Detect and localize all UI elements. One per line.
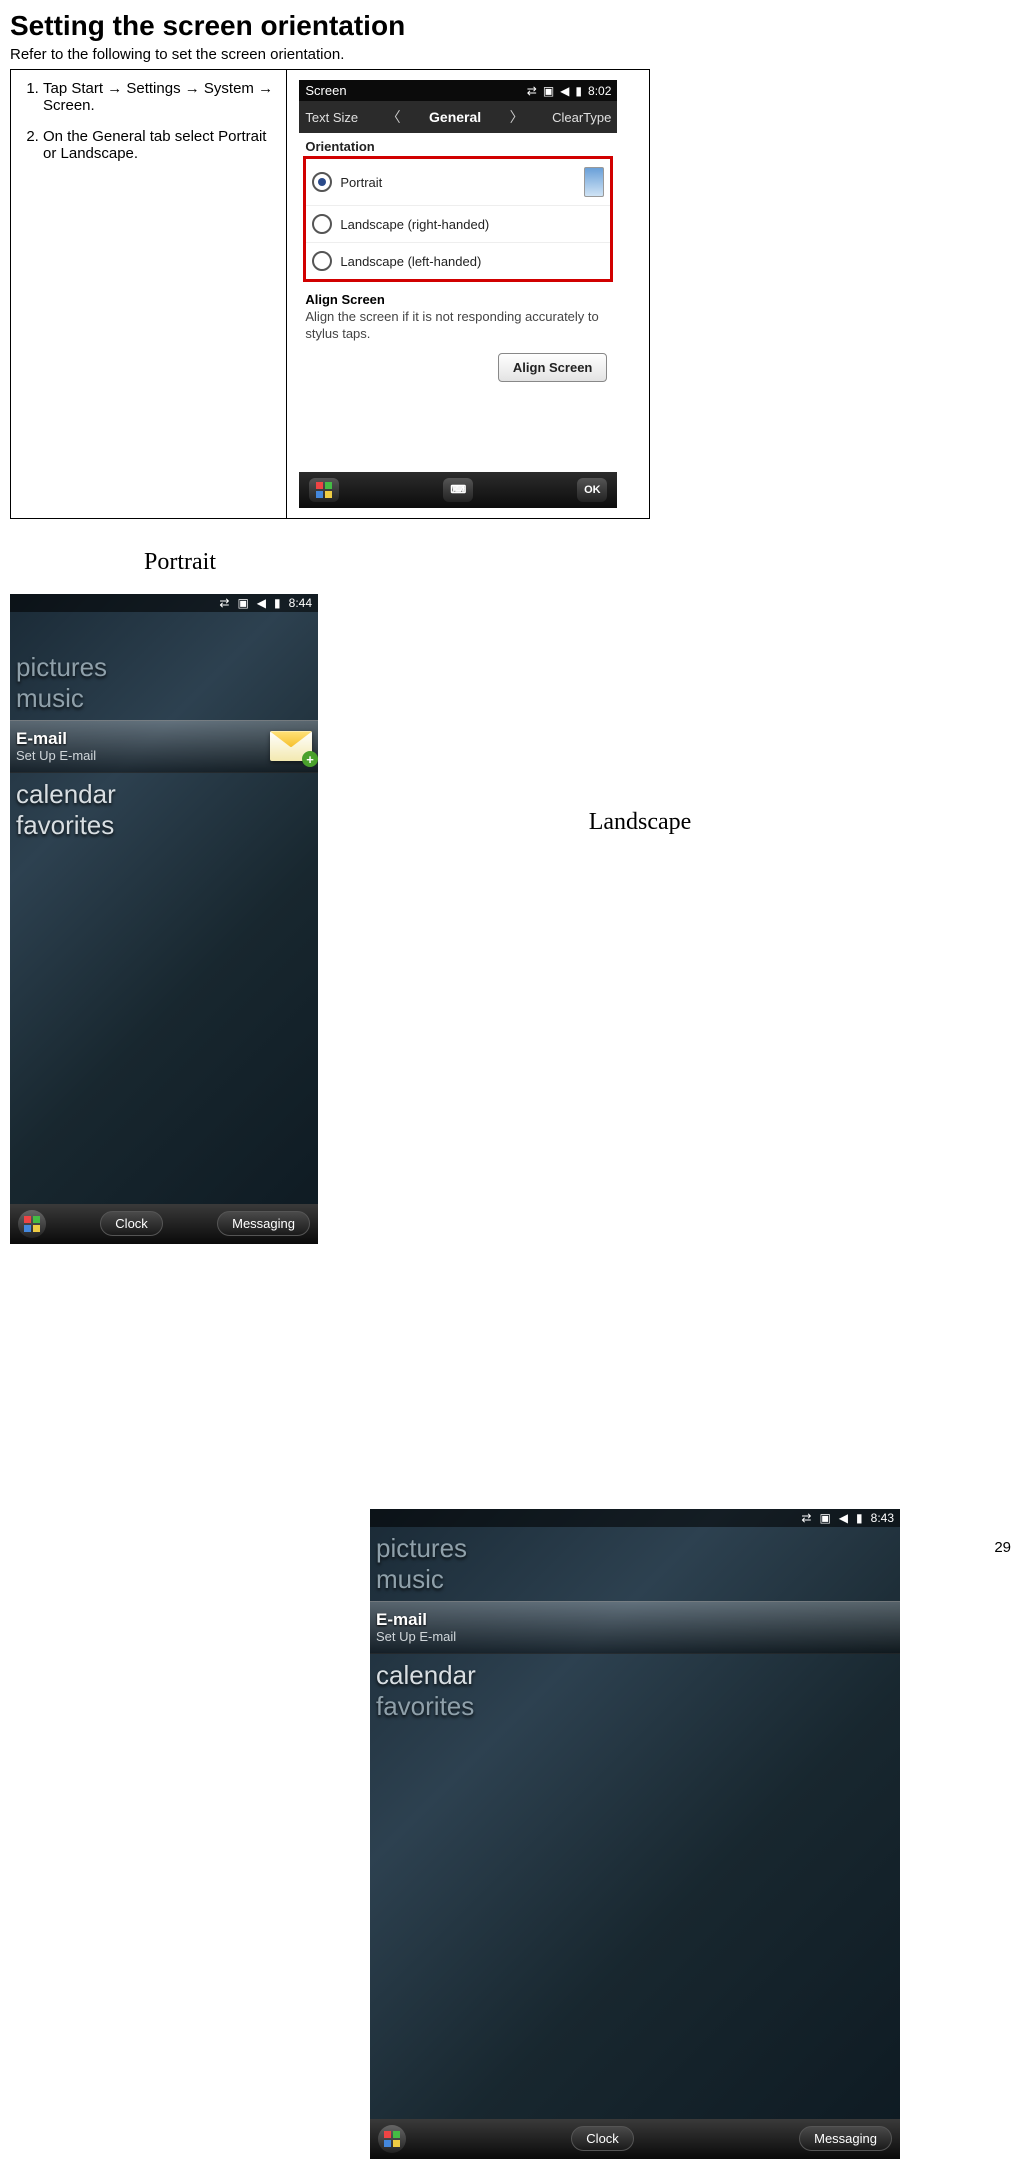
bottom-bar: Clock Messaging [10, 1204, 318, 1244]
start-button[interactable] [378, 2125, 406, 2153]
battery-icon: ▮ [274, 596, 281, 610]
sync-icon: ⇄ [527, 84, 537, 98]
home-item-email[interactable]: E-mail Set Up E-mail [370, 1601, 900, 1653]
section-heading: Setting the screen orientation [10, 10, 993, 42]
clock-text: 8:44 [289, 596, 312, 610]
status-bar: ⇄ ▣ ◀ ▮ 8:43 [370, 1509, 900, 1527]
chevron-left-icon[interactable]: 〈 [381, 107, 407, 127]
settings-screenshot: Screen ⇄ ▣ ◀ ▮ 8:02 Text Size 〈 General … [299, 80, 617, 508]
volume-icon: ◀ [839, 1511, 848, 1525]
status-icons: ⇄ ▣ ◀ ▮ 8:02 [527, 84, 612, 98]
home-item-favorites[interactable]: favorites [10, 810, 318, 841]
instruction-table: Tap Start → Settings → System → Screen. … [10, 69, 650, 519]
start-button[interactable] [309, 478, 339, 502]
phone-preview-icon [584, 167, 604, 197]
home-item-favorites[interactable]: favorites [370, 1691, 900, 1722]
home-item-music[interactable]: music [10, 683, 318, 714]
radio-portrait[interactable]: Portrait [306, 159, 610, 205]
email-title: E-mail [376, 1610, 456, 1630]
screen-title: Screen [305, 83, 346, 98]
intro-text: Refer to the following to set the screen… [10, 46, 993, 63]
screenshot-cell: Screen ⇄ ▣ ◀ ▮ 8:02 Text Size 〈 General … [287, 70, 650, 519]
clock-button[interactable]: Clock [571, 2126, 634, 2151]
clock-text: 8:43 [871, 1511, 894, 1525]
instruction-cell: Tap Start → Settings → System → Screen. … [11, 70, 287, 519]
messaging-button[interactable]: Messaging [217, 1211, 310, 1236]
radio-icon [312, 251, 332, 271]
home-item-pictures[interactable]: pictures [370, 1533, 900, 1564]
tab-general[interactable]: General [429, 109, 481, 125]
landscape-screenshot: ⇄ ▣ ◀ ▮ 8:43 pictures music E-mail Set U… [370, 1509, 900, 2159]
signal-icon: ▣ [543, 84, 554, 98]
start-button[interactable] [18, 1210, 46, 1238]
clock-button[interactable]: Clock [100, 1211, 163, 1236]
volume-icon: ◀ [560, 84, 569, 98]
signal-icon: ▣ [819, 1511, 830, 1525]
volume-icon: ◀ [257, 596, 266, 610]
radio-landscape-left[interactable]: Landscape (left-handed) [306, 242, 610, 279]
messaging-button[interactable]: Messaging [799, 2126, 892, 2151]
sync-icon: ⇄ [801, 1511, 811, 1525]
radio-label: Landscape (left-handed) [340, 254, 481, 269]
portrait-screenshot: ⇄ ▣ ◀ ▮ 8:44 pictures music E-mail Set U… [10, 594, 318, 1244]
page-number: 29 [994, 1539, 1011, 1556]
battery-icon: ▮ [856, 1511, 863, 1525]
portrait-label: Portrait [90, 549, 270, 576]
email-title: E-mail [16, 729, 96, 749]
sync-icon: ⇄ [219, 596, 229, 610]
status-bar: ⇄ ▣ ◀ ▮ 8:44 [10, 594, 318, 612]
home-item-music[interactable]: music [370, 1564, 900, 1595]
bottom-bar: Clock Messaging [370, 2119, 900, 2159]
orientation-label: Orientation [299, 133, 617, 156]
align-screen-button[interactable]: Align Screen [498, 353, 607, 382]
tab-bar: Text Size 〈 General 〉 ClearType [299, 101, 617, 133]
mail-icon [270, 731, 312, 761]
battery-icon: ▮ [575, 84, 582, 98]
status-bar: Screen ⇄ ▣ ◀ ▮ 8:02 [299, 80, 617, 101]
align-screen-text: Align the screen if it is not responding… [299, 307, 617, 353]
email-subtitle: Set Up E-mail [376, 1630, 456, 1645]
landscape-label: Landscape [480, 809, 800, 836]
step-2: On the General tab select Portrait or La… [43, 128, 274, 162]
home-item-calendar[interactable]: calendar [370, 1660, 900, 1691]
radio-icon [312, 214, 332, 234]
step-1: Tap Start → Settings → System → Screen. [43, 80, 274, 114]
keyboard-button[interactable]: ⌨ [443, 478, 473, 502]
radio-label: Portrait [340, 175, 382, 190]
highlight-box: Portrait Landscape (right-handed) Landsc… [303, 156, 613, 282]
chevron-right-icon[interactable]: 〉 [504, 107, 530, 127]
tab-cleartype[interactable]: ClearType [552, 110, 611, 125]
tab-text-size[interactable]: Text Size [305, 110, 358, 125]
align-screen-heading: Align Screen [299, 282, 617, 307]
radio-landscape-right[interactable]: Landscape (right-handed) [306, 205, 610, 242]
signal-icon: ▣ [237, 596, 248, 610]
clock-text: 8:02 [588, 84, 611, 98]
orientation-examples: Portrait Landscape ⇄ ▣ ◀ ▮ 8:44 pictures… [10, 549, 993, 1199]
radio-label: Landscape (right-handed) [340, 217, 489, 232]
email-subtitle: Set Up E-mail [16, 749, 96, 764]
home-item-calendar[interactable]: calendar [10, 779, 318, 810]
home-item-pictures[interactable]: pictures [10, 652, 318, 683]
radio-icon [312, 172, 332, 192]
home-item-email[interactable]: E-mail Set Up E-mail [10, 720, 318, 772]
bottom-bar: ⌨ OK [299, 472, 617, 508]
ok-button[interactable]: OK [577, 478, 607, 502]
